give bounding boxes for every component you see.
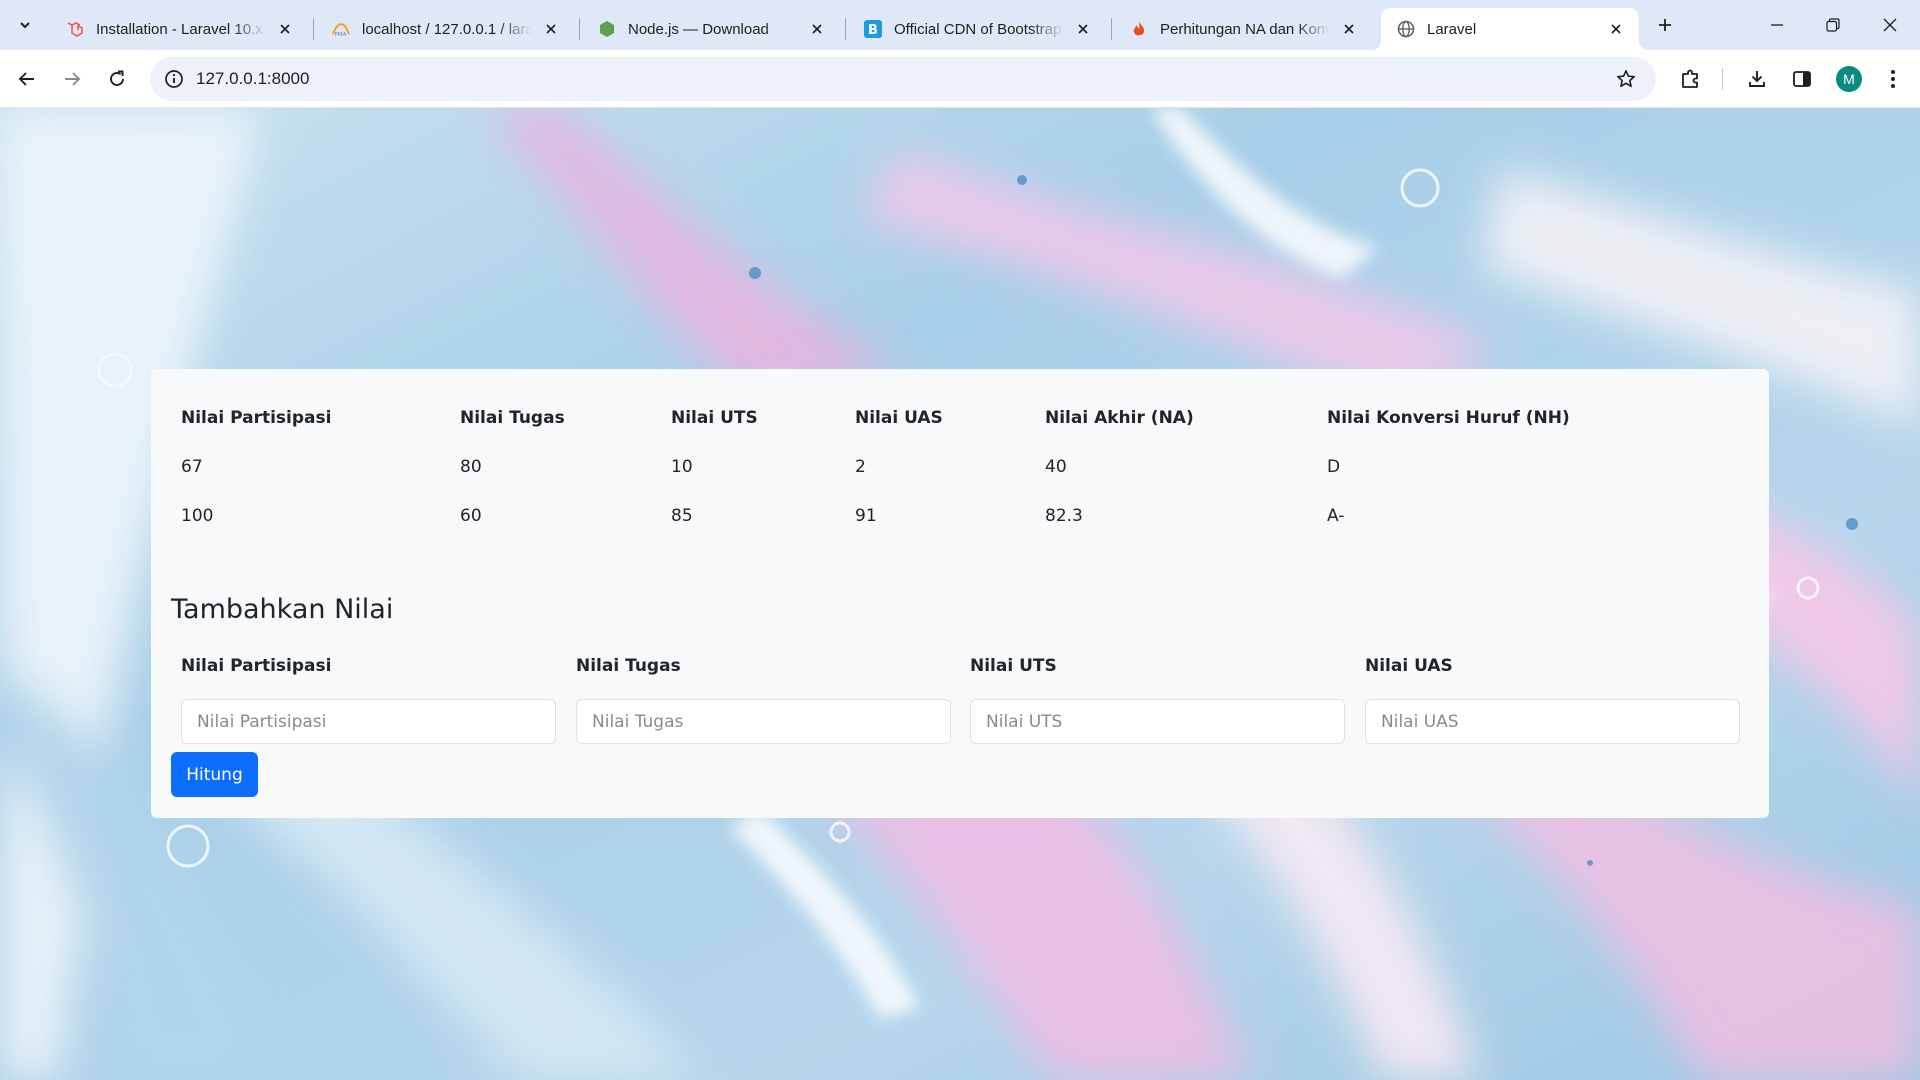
url-text[interactable]: 127.0.0.1:8000 xyxy=(196,69,309,89)
uts-input[interactable] xyxy=(970,699,1345,744)
svg-text:B: B xyxy=(868,23,878,38)
table-cell: D xyxy=(1327,457,1341,477)
menu-button[interactable] xyxy=(1877,63,1909,95)
minimize-icon xyxy=(1771,24,1783,26)
close-icon xyxy=(1883,18,1897,32)
close-icon[interactable] xyxy=(806,18,828,40)
tab-perhitungan[interactable]: Perhitungan NA dan Konver xyxy=(1114,8,1372,50)
minimize-button[interactable] xyxy=(1749,0,1805,50)
info-icon[interactable] xyxy=(162,67,186,91)
tab-title: Installation - Laravel 10.x - xyxy=(96,20,266,38)
close-icon[interactable] xyxy=(1605,18,1627,40)
new-tab-button[interactable] xyxy=(1652,12,1678,38)
puzzle-icon xyxy=(1682,69,1698,88)
forward-button[interactable] xyxy=(56,63,88,95)
header-nilai-huruf: Nilai Konversi Huruf (NH) xyxy=(1327,408,1570,428)
nodejs-icon xyxy=(598,20,616,38)
tab-strip: Installation - Laravel 10.x - PMA localh… xyxy=(0,0,1920,50)
header-uts: Nilai UTS xyxy=(671,408,758,428)
back-button[interactable] xyxy=(11,63,43,95)
chevron-down-icon xyxy=(20,22,30,29)
more-vertical-icon xyxy=(1891,70,1895,88)
tab-separator xyxy=(1111,18,1112,40)
table-cell: 40 xyxy=(1045,457,1067,477)
close-icon[interactable] xyxy=(1338,18,1360,40)
extensions-button[interactable] xyxy=(1675,63,1707,95)
toolbar-separator xyxy=(1722,68,1723,90)
tab-separator xyxy=(579,18,580,40)
side-panel-icon xyxy=(1793,71,1811,87)
header-partisipasi: Nilai Partisipasi xyxy=(181,408,332,428)
tab-search-button[interactable] xyxy=(12,12,38,38)
svg-text:PMA: PMA xyxy=(335,32,347,38)
close-icon[interactable] xyxy=(540,18,562,40)
results-table: Nilai Partisipasi Nilai Tugas Nilai UTS … xyxy=(170,394,1750,541)
tab-title: Laravel xyxy=(1427,20,1477,38)
close-icon[interactable] xyxy=(1072,18,1094,40)
uas-input[interactable] xyxy=(1365,699,1740,744)
laravel-icon xyxy=(66,20,84,38)
table-header-row: Nilai Partisipasi Nilai Tugas Nilai UTS … xyxy=(170,394,1750,443)
tab-title: Perhitungan NA dan Konver xyxy=(1160,20,1330,38)
grades-card: Nilai Partisipasi Nilai Tugas Nilai UTS … xyxy=(151,369,1769,818)
tab-title: Official CDN of Bootstrap a xyxy=(894,20,1064,38)
tab-phpmyadmin[interactable]: PMA localhost / 127.0.0.1 / larav xyxy=(316,8,574,50)
tab-nodejs[interactable]: Node.js — Download xyxy=(582,8,840,50)
partisipasi-input[interactable] xyxy=(181,699,556,744)
page-viewport: Nilai Partisipasi Nilai Tugas Nilai UTS … xyxy=(0,108,1920,1080)
tab-title: localhost / 127.0.0.1 / larav xyxy=(362,20,532,38)
label-tugas: Nilai Tugas xyxy=(576,656,681,676)
tab-laravel-docs[interactable]: Installation - Laravel 10.x - xyxy=(50,8,308,50)
tab-separator xyxy=(845,18,846,40)
tab-title: Node.js — Download xyxy=(628,20,769,38)
plus-icon xyxy=(1659,19,1671,31)
address-bar[interactable]: 127.0.0.1:8000 xyxy=(150,57,1656,101)
arrow-left-icon xyxy=(18,72,34,86)
header-nilai-akhir: Nilai Akhir (NA) xyxy=(1045,408,1194,428)
reload-button[interactable] xyxy=(101,63,133,95)
label-uas: Nilai UAS xyxy=(1365,656,1453,676)
star-icon[interactable] xyxy=(1614,67,1638,91)
form-title: Tambahkan Nilai xyxy=(171,594,394,625)
close-icon[interactable] xyxy=(274,18,296,40)
header-uas: Nilai UAS xyxy=(855,408,943,428)
label-partisipasi: Nilai Partisipasi xyxy=(181,656,332,676)
restore-icon xyxy=(1826,18,1840,32)
table-cell: 67 xyxy=(181,457,203,477)
browser-toolbar: 127.0.0.1:8000 M xyxy=(0,50,1920,108)
table-cell: 60 xyxy=(460,506,482,526)
globe-icon xyxy=(1397,20,1415,38)
tab-bootstrap-cdn[interactable]: B Official CDN of Bootstrap a xyxy=(848,8,1106,50)
tab-laravel-active[interactable]: Laravel xyxy=(1371,8,1649,50)
restore-button[interactable] xyxy=(1805,0,1861,50)
reload-icon xyxy=(110,70,124,86)
bootstrap-icon: B xyxy=(864,20,882,38)
table-cell: 82.3 xyxy=(1045,506,1083,526)
tab-separator xyxy=(313,18,314,40)
tugas-input[interactable] xyxy=(576,699,951,744)
phpmyadmin-icon: PMA xyxy=(332,20,350,38)
table-row: 67 80 10 2 40 D xyxy=(170,443,1750,492)
arrow-right-icon xyxy=(65,72,81,86)
table-cell: 80 xyxy=(460,457,482,477)
table-cell: A- xyxy=(1327,506,1345,526)
close-window-button[interactable] xyxy=(1862,0,1918,50)
downloads-button[interactable] xyxy=(1741,63,1773,95)
download-icon xyxy=(1749,71,1765,87)
table-cell: 85 xyxy=(671,506,693,526)
table-cell: 100 xyxy=(181,506,214,526)
table-cell: 91 xyxy=(855,506,877,526)
table-cell: 10 xyxy=(671,457,693,477)
table-cell: 2 xyxy=(855,457,866,477)
label-uts: Nilai UTS xyxy=(970,656,1057,676)
fire-icon xyxy=(1130,20,1148,38)
profile-avatar[interactable]: M xyxy=(1836,66,1862,92)
header-tugas: Nilai Tugas xyxy=(460,408,565,428)
table-row: 100 60 85 91 82.3 A- xyxy=(170,492,1750,541)
hitung-button[interactable]: Hitung xyxy=(171,752,258,797)
side-panel-button[interactable] xyxy=(1786,63,1818,95)
